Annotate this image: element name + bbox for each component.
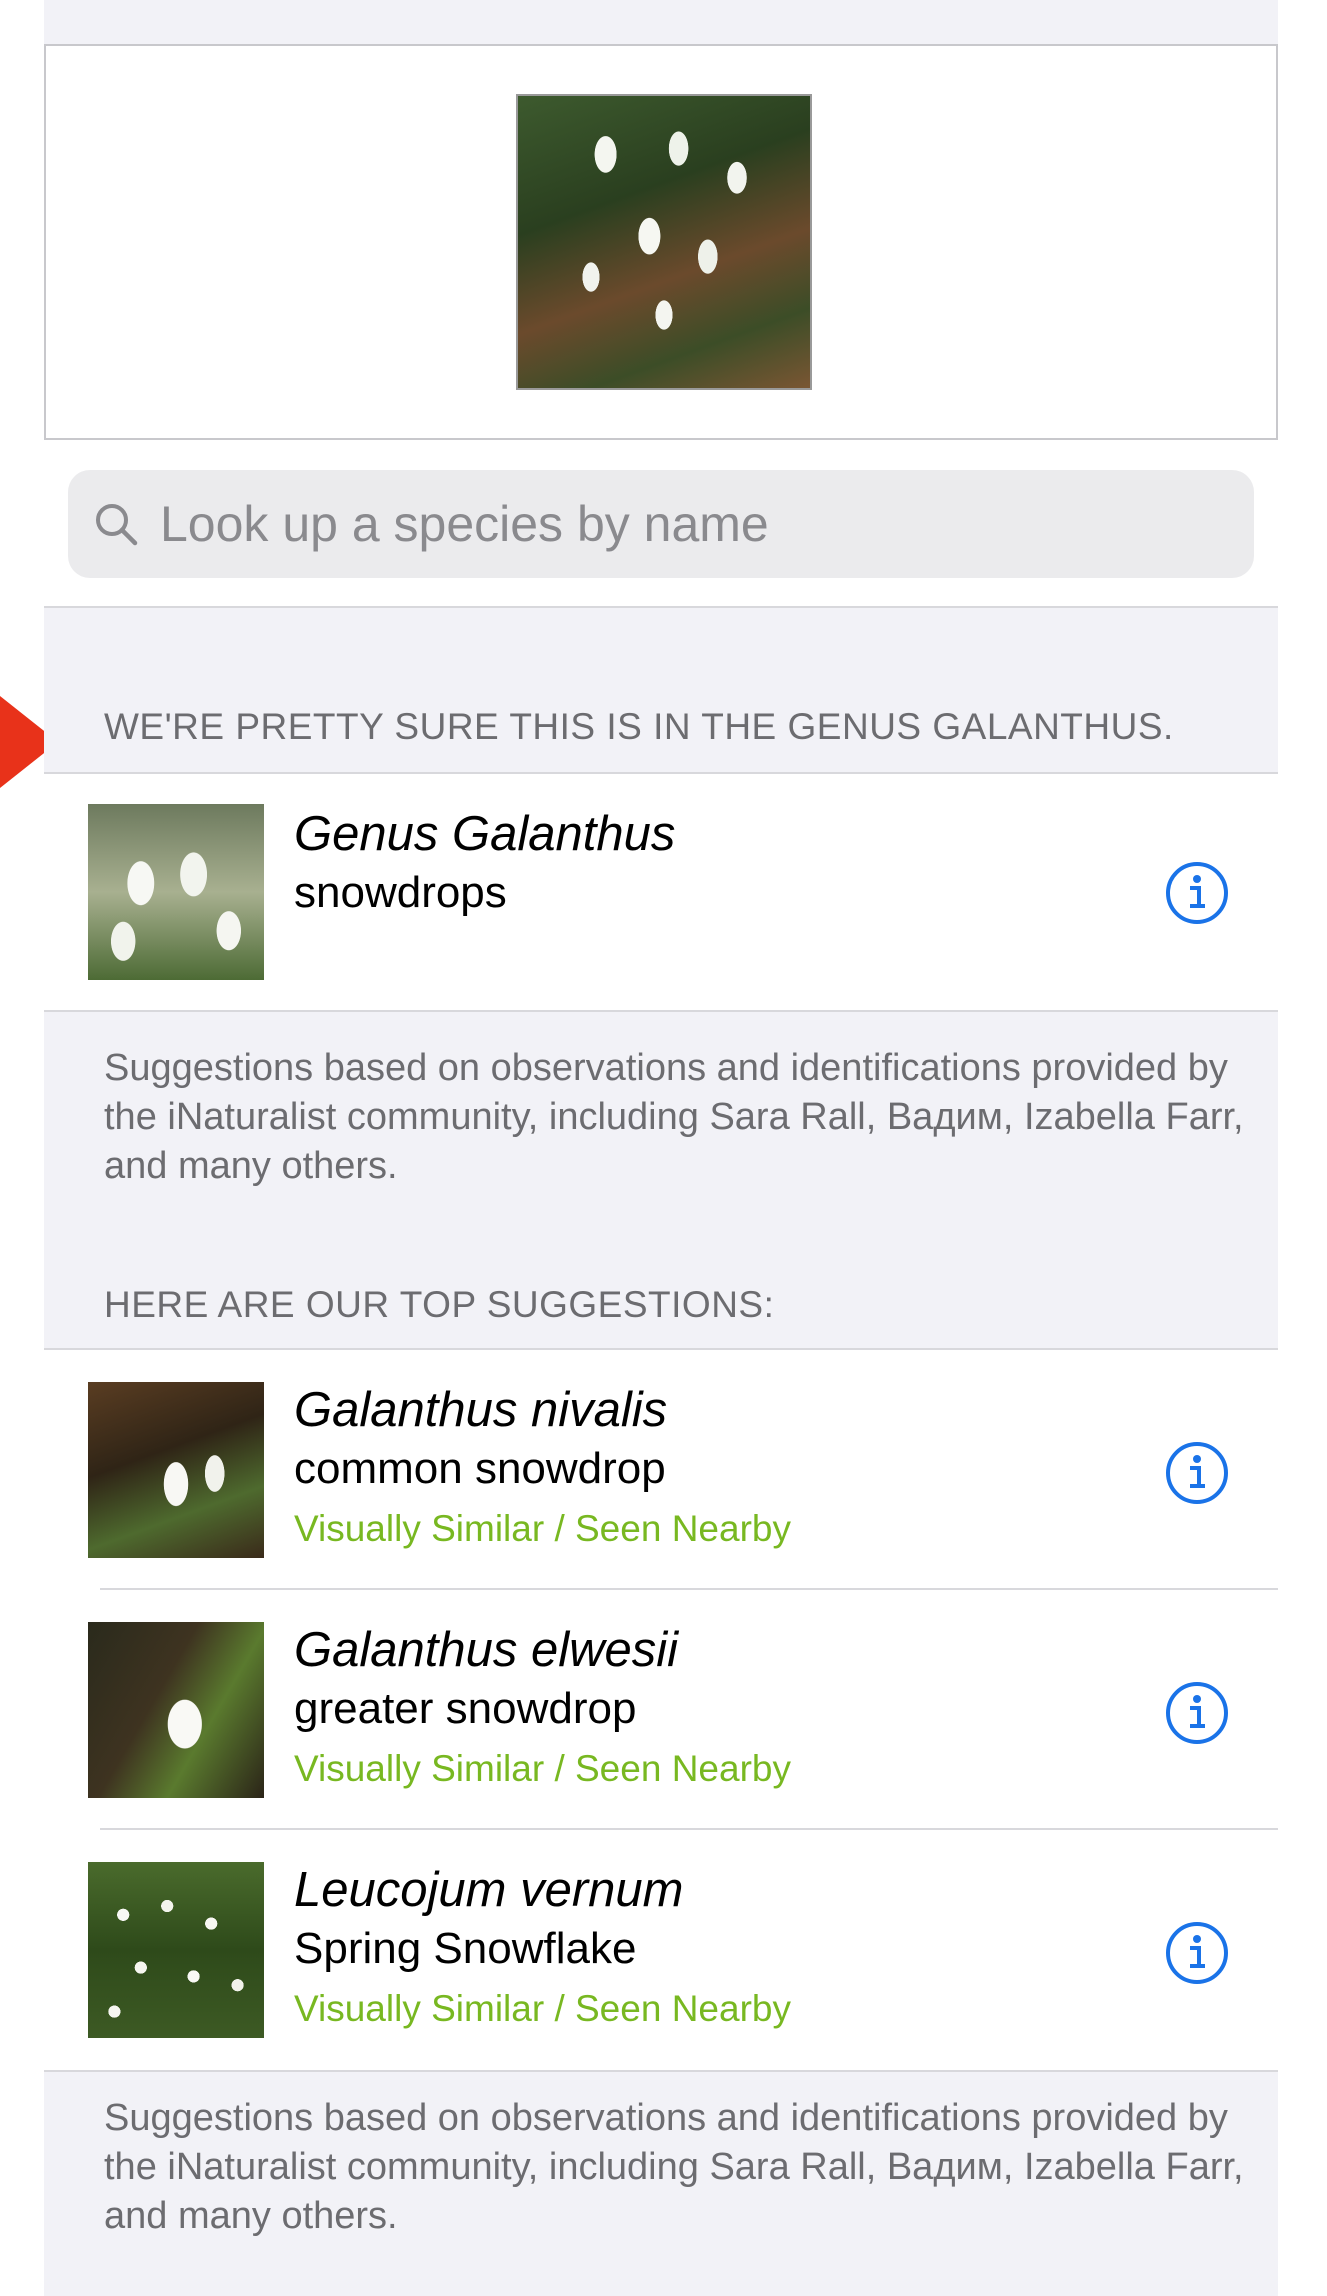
search-icon xyxy=(92,500,140,548)
search-bar[interactable]: Look up a species by name xyxy=(68,470,1254,578)
search-section: Look up a species by name xyxy=(44,440,1278,608)
suggestion-row[interactable]: Galanthus nivalis common snowdrop Visual… xyxy=(44,1348,1278,1590)
suggestion-thumbnail xyxy=(88,1622,264,1798)
suggestion-title: Galanthus nivalis xyxy=(294,1383,668,1437)
suggestion-thumbnail xyxy=(88,1862,264,2038)
species-suggestion-screen: Look up a species by name WE'RE PRETTY S… xyxy=(44,0,1278,2296)
top-suggestions-header: HERE ARE OUR TOP SUGGESTIONS: xyxy=(104,1284,775,1325)
suggestion-tag: Visually Similar / Seen Nearby xyxy=(294,1988,791,2029)
search-input[interactable]: Look up a species by name xyxy=(160,495,769,553)
genus-section-header: WE'RE PRETTY SURE THIS IS IN THE GENUS G… xyxy=(104,706,1174,747)
info-icon[interactable] xyxy=(1164,1920,1230,1986)
suggestion-tag: Visually Similar / Seen Nearby xyxy=(294,1508,791,1549)
info-icon[interactable] xyxy=(1164,1680,1230,1746)
suggestion-title: Galanthus elwesii xyxy=(294,1623,679,1677)
credits-text: Suggestions based on observations and id… xyxy=(104,1047,1244,1187)
photo-card xyxy=(44,44,1278,440)
genus-suggestion-row[interactable]: Genus Galanthus snowdrops xyxy=(44,772,1278,1012)
observation-photo[interactable] xyxy=(516,94,812,390)
top-strip xyxy=(44,0,1278,44)
suggestion-common-name: greater snowdrop xyxy=(294,1684,637,1733)
info-icon[interactable] xyxy=(1164,860,1230,926)
suggestion-common-name: common snowdrop xyxy=(294,1444,666,1493)
credits-text: Suggestions based on observations and id… xyxy=(104,2097,1244,2237)
genus-common-name: snowdrops xyxy=(294,868,507,917)
suggestion-title: Leucojum vernum xyxy=(294,1863,684,1917)
suggestion-common-name: Spring Snowflake xyxy=(294,1924,637,1973)
suggestion-thumbnail xyxy=(88,1382,264,1558)
suggestion-row[interactable]: Leucojum vernum Spring Snowflake Visuall… xyxy=(44,1830,1278,2072)
genus-title: Genus Galanthus xyxy=(294,807,676,861)
genus-thumbnail xyxy=(88,804,264,980)
info-icon[interactable] xyxy=(1164,1440,1230,1506)
suggestion-row[interactable]: Galanthus elwesii greater snowdrop Visua… xyxy=(44,1590,1278,1830)
suggestion-tag: Visually Similar / Seen Nearby xyxy=(294,1748,791,1789)
